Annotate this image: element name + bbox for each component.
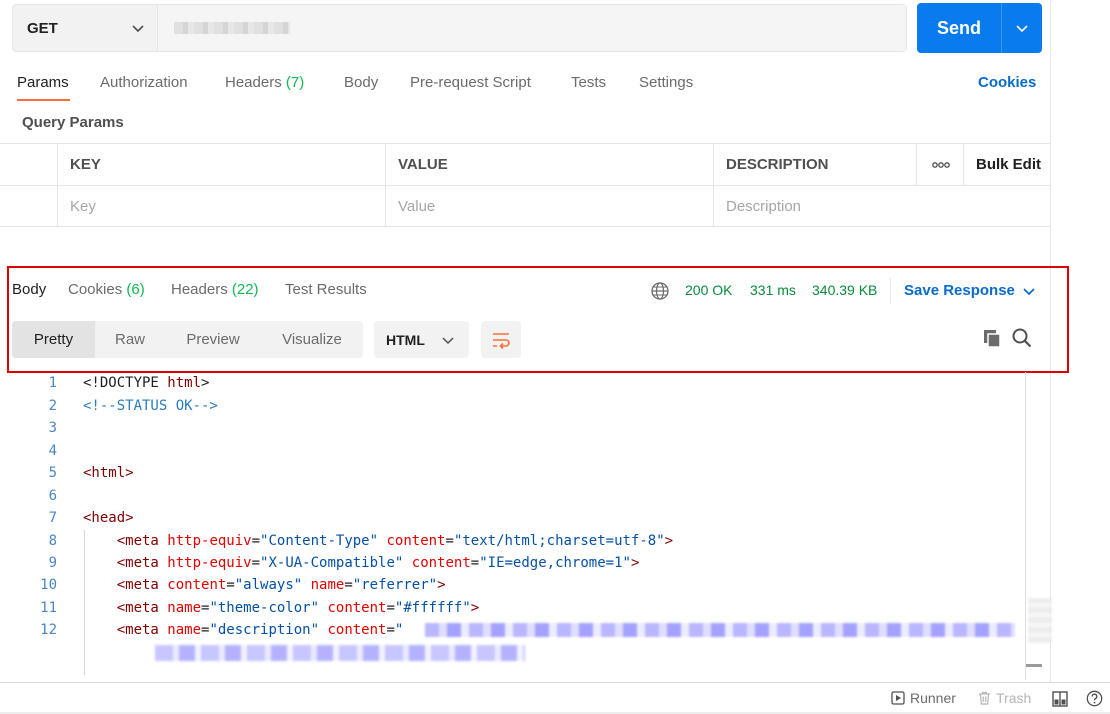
tab-label: Tests xyxy=(571,74,607,91)
line-number: 4 xyxy=(48,443,57,459)
highlight-box xyxy=(7,266,1069,373)
line-number: 5 xyxy=(48,465,57,481)
help-icon[interactable] xyxy=(1086,690,1103,707)
code-line: 11 <meta name="theme-color" content="#ff… xyxy=(0,597,1025,619)
runner-label: Runner xyxy=(910,690,956,706)
tab-label: Params xyxy=(17,74,69,91)
code-text: <meta content="always" name="referrer"> xyxy=(116,577,446,593)
line-number: 12 xyxy=(40,622,57,638)
tab-tests[interactable]: Tests xyxy=(571,64,606,102)
send-button-group: Send xyxy=(917,3,1042,53)
table-header-row: KEY VALUE DESCRIPTION Bulk Edit xyxy=(0,144,1051,186)
code-line: 9 <meta http-equiv="X-UA-Compatible" con… xyxy=(0,552,1025,574)
code-line: 10 <meta content="always" name="referrer… xyxy=(0,574,1025,596)
tab-count: (7) xyxy=(285,74,305,91)
cookies-link[interactable]: Cookies xyxy=(978,64,1036,102)
trash-button[interactable]: Trash xyxy=(978,690,1031,706)
params-table: KEY VALUE DESCRIPTION Bulk Edit Key Valu… xyxy=(0,143,1051,227)
code-text: <meta http-equiv="Content-Type" content=… xyxy=(116,533,674,549)
tab-label: Body xyxy=(344,74,379,91)
line-number: 6 xyxy=(48,488,57,504)
method-label: GET xyxy=(27,19,58,37)
line-number: 11 xyxy=(40,600,57,616)
url-input[interactable] xyxy=(157,5,906,51)
tab-label: Authorization xyxy=(100,74,188,91)
code-line: 8 <meta http-equiv="Content-Type" conten… xyxy=(0,530,1025,552)
value-column-header: VALUE xyxy=(385,144,713,185)
chevron-down-icon xyxy=(1016,25,1028,33)
code-line: 4 xyxy=(0,440,1025,462)
scrollbar-track[interactable] xyxy=(1025,372,1026,680)
bulk-edit-button[interactable]: Bulk Edit xyxy=(963,144,1051,185)
code-text: <head> xyxy=(83,510,134,526)
row-checkbox-cell xyxy=(0,186,58,227)
scrollbar-thumb[interactable] xyxy=(1026,664,1042,667)
two-pane-icon[interactable] xyxy=(1052,691,1068,707)
code-line: 1 <!DOCTYPE html> xyxy=(0,372,1025,394)
description-column-header: DESCRIPTION xyxy=(713,144,917,185)
indent-guide xyxy=(84,530,85,675)
tab-settings[interactable]: Settings xyxy=(639,64,693,102)
description-input[interactable]: Description xyxy=(713,186,1051,227)
tab-params[interactable]: Params xyxy=(17,64,69,102)
tab-label: Headers xyxy=(225,74,282,91)
key-input[interactable]: Key xyxy=(57,186,386,227)
code-text: <meta http-equiv="X-UA-Compatible" conte… xyxy=(116,555,640,571)
code-text: <html> xyxy=(83,465,134,481)
checkbox-column-header xyxy=(0,144,58,185)
line-number: 7 xyxy=(48,510,57,526)
more-icon xyxy=(932,162,950,168)
code-line: 2 <!--STATUS OK--> xyxy=(0,395,1025,417)
line-number: 2 xyxy=(48,398,57,414)
send-button[interactable]: Send xyxy=(917,3,1001,53)
trash-icon xyxy=(979,691,990,705)
value-input[interactable]: Value xyxy=(385,186,713,227)
active-tab-indicator xyxy=(17,99,70,101)
code-text: <!DOCTYPE html> xyxy=(83,375,210,391)
code-text: <meta name="description" content=" xyxy=(116,622,404,638)
code-text: <!--STATUS OK--> xyxy=(83,398,218,414)
redacted-content xyxy=(1028,598,1052,643)
trash-label: Trash xyxy=(996,690,1032,706)
code-text: <meta name="theme-color" content="#fffff… xyxy=(116,600,480,616)
tab-body[interactable]: Body xyxy=(344,64,378,102)
more-options-button[interactable] xyxy=(916,144,963,185)
code-line: 6 xyxy=(0,485,1025,507)
query-params-title: Query Params xyxy=(22,114,124,131)
line-number: 10 xyxy=(40,577,57,593)
request-tabs: Params Authorization Headers (7) Body Pr… xyxy=(0,64,1050,104)
code-line: 3 xyxy=(0,417,1025,439)
line-number: 1 xyxy=(48,375,57,391)
runner-button[interactable]: Runner xyxy=(891,690,956,706)
runner-icon xyxy=(891,691,905,705)
tab-label: Settings xyxy=(639,74,694,91)
tab-headers[interactable]: Headers (7) xyxy=(225,64,304,102)
line-number: 3 xyxy=(48,420,57,436)
table-row: Key Value Description xyxy=(0,186,1051,228)
code-line: 7 <head> xyxy=(0,507,1025,529)
status-bar: Runner Trash xyxy=(0,682,1110,714)
method-select[interactable]: GET xyxy=(13,5,157,51)
send-options-button[interactable] xyxy=(1001,3,1042,53)
redacted-content xyxy=(155,645,525,661)
chevron-down-icon xyxy=(132,25,144,33)
line-number: 8 xyxy=(48,533,57,549)
request-bar: GET xyxy=(12,4,907,52)
redacted-content xyxy=(425,623,1015,637)
tab-authorization[interactable]: Authorization xyxy=(100,64,188,102)
line-number: 9 xyxy=(48,555,57,571)
redacted-url xyxy=(174,22,290,34)
tab-label: Pre-request Script xyxy=(410,74,531,91)
key-column-header: KEY xyxy=(57,144,386,185)
tab-pre-request-script[interactable]: Pre-request Script xyxy=(410,64,531,102)
code-line: 5 <html> xyxy=(0,462,1025,484)
